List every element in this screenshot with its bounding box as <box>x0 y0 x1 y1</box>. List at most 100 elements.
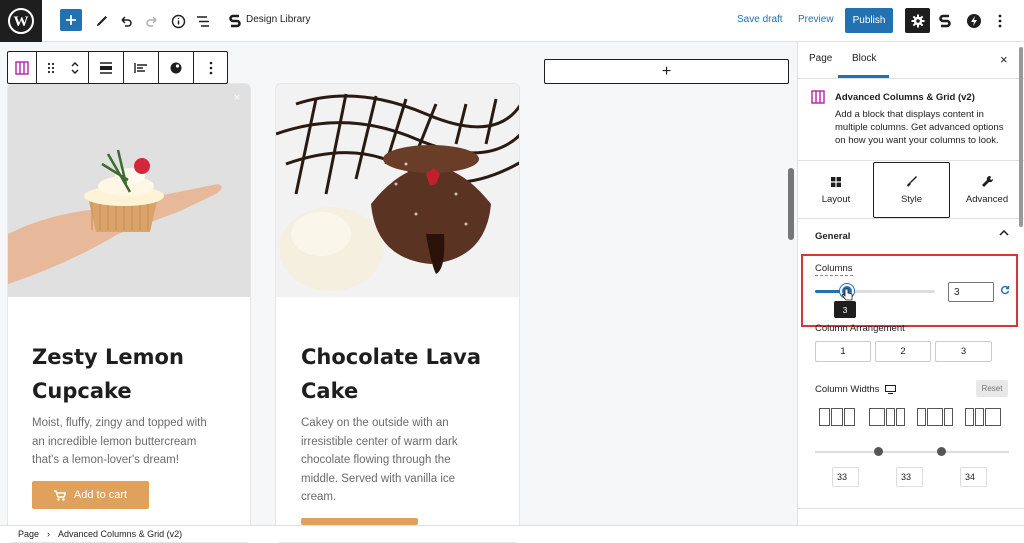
reset-widths-button[interactable]: Reset <box>976 380 1008 397</box>
stackable-settings-button[interactable] <box>933 9 957 33</box>
wrench-icon <box>981 175 993 187</box>
block-name: Advanced Columns & Grid (v2) <box>835 92 975 103</box>
column-width-input-3[interactable]: 34 <box>960 467 987 487</box>
tab-style[interactable]: Style <box>873 162 950 218</box>
arrangement-option-1[interactable]: 1 <box>815 341 871 362</box>
pencil-icon <box>97 16 107 26</box>
card-desc-line: cream. <box>301 491 337 504</box>
block-description: Add a block that displays content in mul… <box>835 109 1004 146</box>
plus-icon <box>66 15 76 25</box>
publish-button[interactable]: Publish <box>845 8 893 33</box>
layout-icon <box>831 176 841 187</box>
card-title: Chocolate Lava Cake <box>301 340 481 408</box>
info-icon <box>171 14 185 28</box>
columns-number-input[interactable]: 3 <box>948 282 994 302</box>
columns-slider[interactable] <box>815 284 935 298</box>
columns-block-icon <box>15 60 29 75</box>
breadcrumb-page[interactable]: Page <box>18 529 39 539</box>
style-copy-button[interactable] <box>159 52 194 83</box>
wordpress-logo-button[interactable]: W <box>0 0 42 42</box>
mover-group <box>37 52 89 83</box>
column-width-input-1[interactable]: 33 <box>832 467 859 487</box>
breadcrumb-separator: › <box>47 529 51 539</box>
lightning-circle-icon <box>967 14 981 28</box>
divider <box>798 218 1024 219</box>
card-title-line: Cake <box>301 379 359 403</box>
divider <box>798 508 1024 509</box>
block-options-button[interactable] <box>194 52 227 83</box>
tab-advanced[interactable]: Advanced <box>951 162 1023 218</box>
add-block-button[interactable] <box>60 9 82 31</box>
document-title[interactable]: Design Library <box>246 14 310 25</box>
add-to-cart-button[interactable]: Add to cart <box>32 481 149 509</box>
sidebar-scrollbar[interactable] <box>1019 47 1023 227</box>
editor-header: W Design Library Save draft Preview Publ… <box>0 0 1024 42</box>
card-desc-line: an incredible lemon buttercream <box>32 435 197 448</box>
tools-button[interactable] <box>90 9 114 33</box>
stackable-button[interactable] <box>223 9 247 33</box>
content-align-button[interactable] <box>124 52 159 83</box>
add-to-cart-button[interactable] <box>301 518 418 525</box>
tab-layout[interactable]: Layout <box>800 162 872 218</box>
product-card: × <box>7 83 251 543</box>
columns-label: Columns <box>815 263 853 276</box>
card-title-line: Chocolate Lava <box>301 345 482 369</box>
cupcake-photo <box>8 84 250 297</box>
add-to-cart-label: Add to cart <box>73 489 128 501</box>
cursor-hand-icon <box>841 288 853 301</box>
redo-icon <box>146 16 157 27</box>
arrangement-option-3[interactable]: 3 <box>935 341 992 362</box>
close-icon[interactable]: × <box>234 92 240 104</box>
card-title-line: Cupcake <box>32 379 132 403</box>
width-preset-wide-right[interactable] <box>965 408 1001 426</box>
undo-button[interactable] <box>114 9 138 33</box>
tab-style-label: Style <box>900 194 923 205</box>
canvas-scrollbar[interactable] <box>788 168 794 240</box>
tab-block[interactable]: Block <box>852 53 876 64</box>
paint-icon <box>170 62 182 73</box>
card-desc-line: middle. Served with vanilla ice <box>301 472 456 485</box>
width-preset-wide-center[interactable] <box>917 408 953 426</box>
width-preset-wide-left[interactable] <box>869 408 905 426</box>
cart-icon <box>53 489 66 501</box>
redo-button[interactable] <box>140 9 164 33</box>
undo-icon <box>121 16 132 27</box>
jetpack-button[interactable] <box>962 9 986 33</box>
card-title-line: Zesty Lemon <box>32 345 184 369</box>
reset-icon[interactable] <box>1000 285 1010 298</box>
gear-icon <box>911 14 924 27</box>
settings-button[interactable] <box>905 8 930 33</box>
preview-button[interactable]: Preview <box>798 14 834 25</box>
brush-icon <box>907 176 917 187</box>
save-draft-button[interactable]: Save draft <box>737 14 783 25</box>
width-handle-2[interactable] <box>937 447 946 456</box>
column-widths-text: Column Widths <box>815 384 880 395</box>
block-type-switcher[interactable] <box>8 52 37 83</box>
card-title: Zesty Lemon Cupcake <box>32 340 184 408</box>
general-section-title[interactable]: General <box>815 231 850 242</box>
drag-handle[interactable] <box>39 52 63 83</box>
details-button[interactable] <box>166 9 190 33</box>
card-description: Cakey on the outside with an irresistibl… <box>301 414 458 507</box>
move-up-down-button[interactable] <box>63 52 87 83</box>
close-sidebar-button[interactable]: × <box>1000 52 1008 67</box>
svg-text:W: W <box>14 14 29 30</box>
list-view-button[interactable] <box>191 9 215 33</box>
block-align-button[interactable] <box>89 52 124 83</box>
breadcrumb-block[interactable]: Advanced Columns & Grid (v2) <box>58 529 182 539</box>
slider-tooltip: 3 <box>834 301 856 318</box>
chevron-up-icon[interactable] <box>999 229 1009 240</box>
card-desc-line: chocolate flowing through the <box>301 454 451 467</box>
divider <box>798 160 1024 161</box>
block-appender-button[interactable]: + <box>544 59 789 84</box>
options-menu-button[interactable] <box>988 9 1012 33</box>
card-description: Moist, fluffy, zingy and topped with an … <box>32 414 207 470</box>
column-width-input-2[interactable]: 33 <box>896 467 923 487</box>
width-handle-1[interactable] <box>874 447 883 456</box>
tab-advanced-label: Advanced <box>965 194 1009 205</box>
lava-cake-photo <box>276 84 519 297</box>
width-preset-equal[interactable] <box>819 408 855 426</box>
column-widths-slider[interactable] <box>815 451 1009 453</box>
tab-page[interactable]: Page <box>809 53 832 64</box>
arrangement-option-2[interactable]: 2 <box>875 341 931 362</box>
